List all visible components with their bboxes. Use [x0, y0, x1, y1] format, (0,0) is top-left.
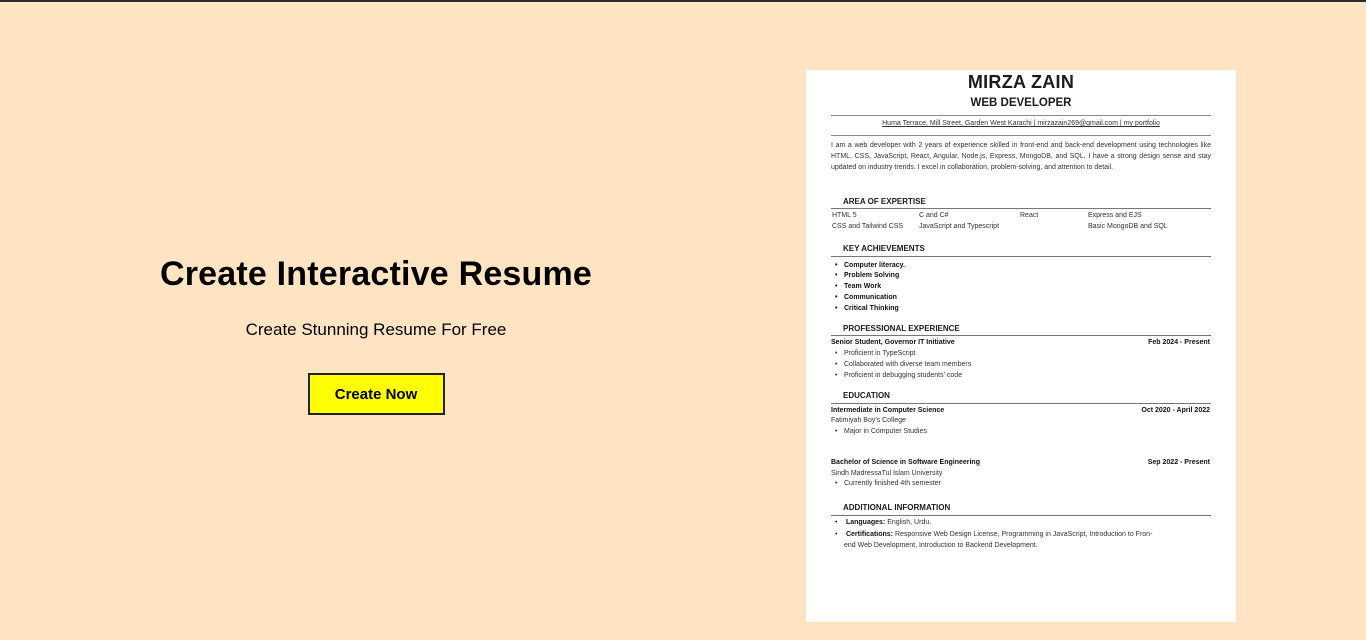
section-heading-education: EDUCATION	[843, 391, 890, 400]
section-heading-additional: ADDITIONAL INFORMATION	[843, 503, 951, 512]
skill-item: C and C#	[919, 212, 949, 219]
achievement-item: Critical Thinking	[835, 305, 899, 312]
certifications-label: Certifications:	[845, 531, 894, 538]
hero-title: Create Interactive Resume	[159, 255, 593, 293]
certifications-value-1: Responsive Web Design License, Programmi…	[894, 531, 1153, 538]
experience-bullet: Proficient in debugging students' code	[835, 372, 962, 379]
achievement-item: Team Work	[835, 283, 881, 290]
divider	[831, 115, 1211, 116]
languages-item: Languages: English, Urdu.	[835, 519, 931, 526]
achievement-item: Problem Solving	[835, 272, 899, 279]
education-dates: Oct 2020 - April 2022	[1141, 407, 1210, 414]
education-degree: Bachelor of Science in Software Engineer…	[831, 459, 980, 466]
certifications-item: Certifications: Responsive Web Design Li…	[835, 529, 1195, 551]
experience-bullet: Proficient in TypeScript	[835, 350, 915, 357]
education-school: Fatimiyah Boy's College	[831, 417, 906, 424]
resume-preview: MIRZA ZAIN WEB DEVELOPER Huma Terrace, M…	[806, 70, 1236, 622]
section-heading-experience: PROFESSIONAL EXPERIENCE	[843, 324, 960, 333]
skill-item: Basic MongoDB and SQL	[1088, 223, 1168, 230]
education-degree: Intermediate in Computer Science	[831, 407, 945, 414]
experience-bullet: Collaborated with diverse team members	[835, 361, 971, 368]
section-rule	[831, 256, 1211, 257]
education-bullet: Major in Computer Studies	[835, 428, 927, 435]
languages-label: Languages:	[845, 519, 886, 526]
section-heading-expertise: AREA OF EXPERTISE	[843, 197, 926, 206]
education-bullet: Currently finished 4th semester	[835, 480, 941, 487]
resume-role: WEB DEVELOPER	[970, 97, 1072, 109]
section-rule	[831, 403, 1211, 404]
resume-contact: Huma Terrace, Mill Street, Garden West K…	[882, 120, 1160, 127]
hero-section: Create Interactive Resume Create Stunnin…	[150, 255, 602, 415]
skill-item: Express and EJS	[1088, 212, 1142, 219]
experience-dates: Feb 2024 - Present	[1148, 339, 1210, 346]
resume-summary: I am a web developer with 2 years of exp…	[831, 142, 1211, 171]
section-heading-achievements: KEY ACHIEVEMENTS	[843, 244, 925, 253]
skill-item: JavaScript and Typescript	[919, 223, 1000, 230]
achievement-item: Communication	[835, 294, 897, 301]
achievement-item: Computer literacy.	[835, 262, 905, 269]
section-rule	[831, 208, 1211, 209]
education-dates: Sep 2022 - Present	[1147, 459, 1210, 466]
skill-item: React	[1020, 212, 1039, 219]
create-now-button[interactable]: Create Now	[307, 373, 445, 415]
section-rule	[831, 335, 1211, 336]
experience-position: Senior Student, Governor IT Initiative	[831, 339, 955, 346]
hero-subtitle: Create Stunning Resume For Free	[245, 320, 507, 339]
skill-item: HTML 5	[832, 212, 857, 219]
education-school: Sindh MadressaTul Islam University	[831, 470, 943, 477]
top-border	[0, 0, 1366, 2]
resume-name: MIRZA ZAIN	[967, 72, 1075, 92]
section-rule	[831, 515, 1211, 516]
certifications-value-2: end Web Development, Introduction to Bac…	[844, 542, 1038, 549]
skill-item: CSS and Tailwind CSS	[832, 223, 904, 230]
divider	[831, 135, 1211, 136]
languages-value: English, Urdu.	[887, 519, 932, 526]
